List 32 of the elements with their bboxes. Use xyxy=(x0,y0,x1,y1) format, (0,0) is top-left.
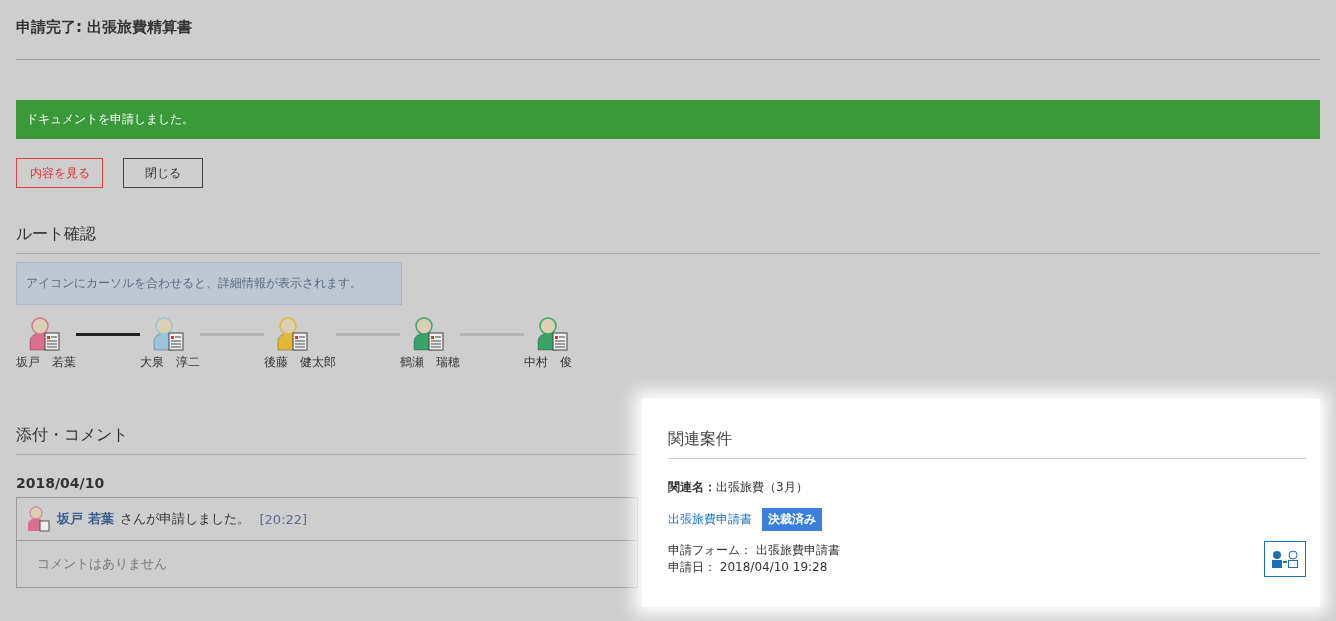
section-heading: 添付・コメント xyxy=(16,425,638,455)
comment-text: さんが申請しました。 xyxy=(119,510,250,528)
comment-date: 2018/04/10 xyxy=(16,475,106,491)
user-document-icon[interactable] xyxy=(536,317,568,351)
users-icon xyxy=(1271,549,1299,569)
comment-time: [20:22] xyxy=(259,511,308,527)
field-label: 関連名： xyxy=(668,480,716,494)
related-name: 出張旅費（3月） xyxy=(716,480,808,494)
approver-name: 後藤 健太郎 xyxy=(264,354,336,371)
approver-name: 中村 俊 xyxy=(524,354,572,371)
info-hint: アイコンにカーソルを合わせると、詳細情報が表示されます。 xyxy=(16,262,402,305)
empty-comment-text: コメントはありません xyxy=(36,555,168,573)
user-document-icon[interactable] xyxy=(412,317,444,351)
section-heading: ルート確認 xyxy=(16,224,1320,254)
close-button[interactable]: 閉じる xyxy=(123,158,203,188)
users-link-button[interactable] xyxy=(1264,541,1306,577)
document-link[interactable]: 出張旅費申請書 xyxy=(668,511,752,528)
user-document-icon[interactable] xyxy=(152,317,184,351)
status-badge: 決裁済み xyxy=(762,508,822,531)
success-alert: ドキュメントを申請しました。 xyxy=(16,100,1320,139)
view-content-button[interactable]: 内容を見る xyxy=(16,158,103,188)
user-document-icon[interactable] xyxy=(276,317,308,351)
user-link[interactable]: 坂戸 若葉 xyxy=(57,510,114,528)
section-heading: 関連案件 xyxy=(668,429,1306,459)
user-document-icon xyxy=(27,506,51,532)
user-document-icon[interactable] xyxy=(28,317,60,351)
approver-name: 坂戸 若葉 xyxy=(16,354,76,371)
date-text: 申請日： 2018/04/10 19:28 xyxy=(668,559,829,576)
approver-name: 大泉 淳二 xyxy=(140,354,200,371)
approver-name: 鶴瀬 瑞穂 xyxy=(400,354,460,371)
form-text: 申請フォーム： 出張旅費申請書 xyxy=(668,542,840,559)
page-title: 申請完了: 出張旅費精算書 xyxy=(16,18,194,38)
